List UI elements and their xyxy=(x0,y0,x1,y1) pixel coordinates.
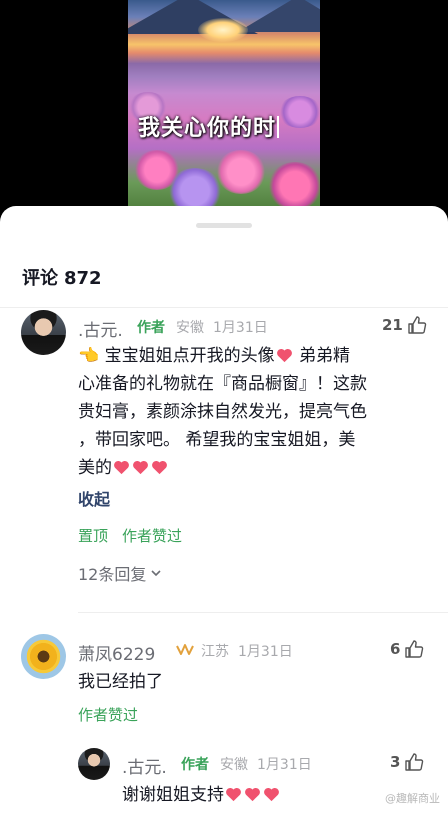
heart-emoji-icon xyxy=(264,787,279,802)
thumbs-up-icon xyxy=(408,316,427,334)
heart-emoji-icon xyxy=(226,787,241,802)
comment-line: 弟弟精 xyxy=(293,346,350,366)
comment-text: 我已经拍了 xyxy=(78,672,163,692)
like-count: 21 xyxy=(382,316,403,334)
author-liked-label: 作者赞过 xyxy=(122,527,183,545)
thumbs-up-icon xyxy=(405,753,424,771)
text-cursor xyxy=(277,116,280,138)
heart-emoji-icon xyxy=(114,460,129,475)
like-button[interactable]: 3 xyxy=(390,752,424,772)
expand-replies-button[interactable]: 12条回复 xyxy=(78,561,162,585)
comment-divider xyxy=(78,612,448,613)
avatar[interactable] xyxy=(78,748,110,780)
reply-date: 1月31日 xyxy=(257,757,312,773)
heart-emoji-icon xyxy=(276,348,292,363)
heart-emoji-icon xyxy=(152,460,167,475)
heart-emoji-icon xyxy=(133,460,148,475)
like-count: 6 xyxy=(390,640,401,658)
flower-cluster xyxy=(268,162,320,210)
screen: 我关心你的时 评论 872 .古元. 作者 安徽 1月31日 21 👈 宝宝姐姐点… xyxy=(0,0,448,814)
avatar[interactable] xyxy=(21,310,66,355)
comment-location: 安徽 xyxy=(176,320,204,336)
comment-badges: 置顶 作者赞过 xyxy=(78,525,182,546)
comment-sheet: 评论 872 .古元. 作者 安徽 1月31日 21 👈 宝宝姐姐点开我的头像 弟… xyxy=(0,206,448,814)
chevron-down-icon xyxy=(151,570,161,577)
sheet-drag-handle[interactable] xyxy=(196,223,252,228)
flower-cluster xyxy=(278,96,320,128)
comment-line: ，带回家吧。 希望我的宝宝姐姐，美 xyxy=(78,430,356,450)
header-divider xyxy=(0,307,448,308)
comment-author[interactable]: 萧凤6229 xyxy=(78,640,155,665)
collapse-link[interactable]: 收起 xyxy=(78,486,110,510)
video-caption: 我关心你的时 xyxy=(138,110,280,142)
like-count: 3 xyxy=(390,753,401,771)
like-button[interactable]: 21 xyxy=(382,315,427,335)
replies-count: 12条回复 xyxy=(78,565,147,584)
reply-line: 谢谢姐姐支持 xyxy=(122,785,224,805)
author-tag: 作者 xyxy=(181,757,209,773)
comments-label: 评论 xyxy=(22,268,58,289)
comment-author[interactable]: .古元. xyxy=(78,316,123,341)
comment-text: 👈 宝宝姐姐点开我的头像 弟弟精 心准备的礼物就在『商品橱窗』！这款 贵妇膏，素… xyxy=(78,342,428,482)
video-player[interactable]: 我关心你的时 xyxy=(128,0,320,212)
comment-line: 美的 xyxy=(78,458,112,478)
comment-line: 👈 宝宝姐姐点开我的头像 xyxy=(78,346,275,366)
flower-cluster xyxy=(216,150,266,194)
reply-author[interactable]: .古元. xyxy=(122,753,167,778)
comment-date: 1月31日 xyxy=(213,320,268,336)
thumbs-up-icon xyxy=(405,640,424,658)
comment-line: 贵妇膏，素颜涂抹自然发光，提亮气色 xyxy=(78,402,367,422)
avatar[interactable] xyxy=(21,634,66,679)
comments-count: 872 xyxy=(64,268,102,289)
sunset-glow xyxy=(198,18,248,42)
comment-date: 1月31日 xyxy=(238,644,293,660)
mountain-shape xyxy=(238,0,320,32)
pinned-label: 置顶 xyxy=(78,527,109,545)
watermark: @趣解商业 xyxy=(385,792,440,805)
comment-line: 心准备的礼物就在『商品橱窗』！这款 xyxy=(78,374,367,394)
reply-text: 谢谢姐姐支持 xyxy=(122,781,281,809)
comments-title: 评论 872 xyxy=(22,264,102,290)
heart-emoji-icon xyxy=(245,787,260,802)
comment-location: 江苏 xyxy=(201,644,229,660)
reply-location: 安徽 xyxy=(220,757,248,773)
author-liked-label: 作者赞过 xyxy=(78,706,139,724)
like-button[interactable]: 6 xyxy=(390,639,424,659)
author-tag: 作者 xyxy=(137,320,165,336)
crown-badge-icon xyxy=(176,644,194,655)
